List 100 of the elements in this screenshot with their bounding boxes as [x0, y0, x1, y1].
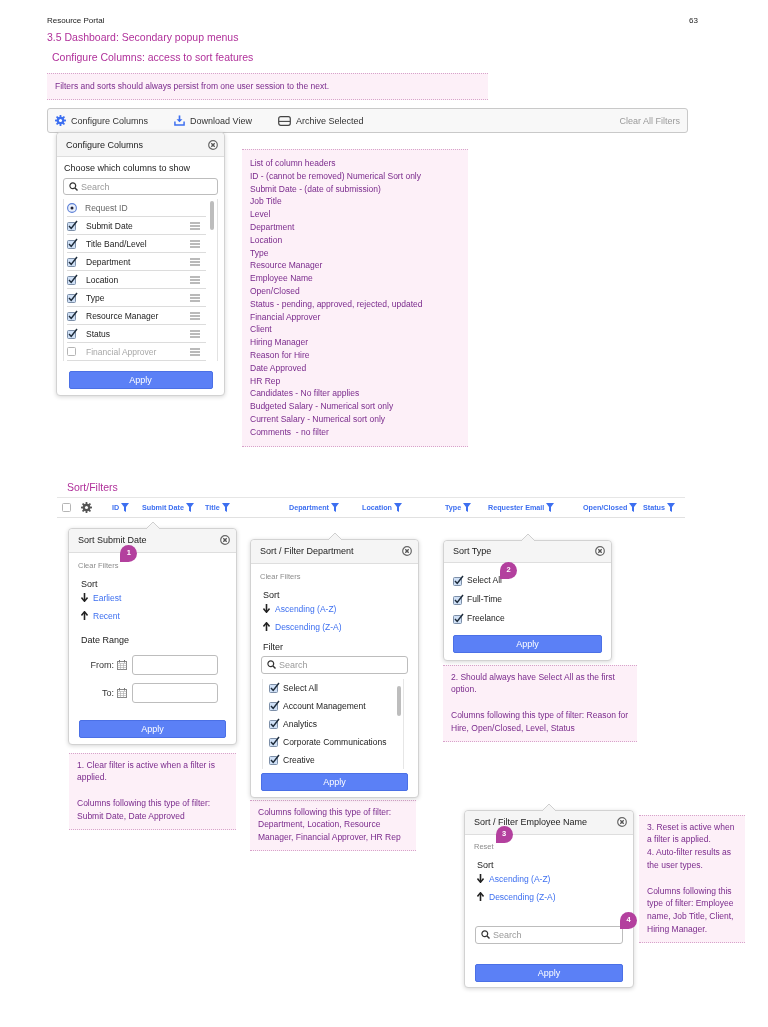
calendar-icon[interactable]	[117, 659, 127, 670]
option-label[interactable]: Select All	[283, 682, 318, 693]
toolbar-button[interactable]: Configure Columns	[55, 115, 149, 126]
checkbox[interactable]	[269, 700, 280, 712]
checkbox[interactable]	[67, 292, 78, 303]
option-label[interactable]: Full-Time	[467, 594, 503, 605]
note-text: Resource Manager	[250, 259, 324, 273]
note-text: Current Salary - Numerical sort only	[250, 412, 387, 426]
apply-button[interactable]: Apply	[261, 772, 408, 791]
note-text: 2. Should always have Select All as the first option.	[451, 670, 616, 697]
note-text: ID - (cannot be removed) Numerical Sort only	[250, 169, 422, 183]
note-text: Financial Approver	[250, 310, 322, 324]
close-icon[interactable]	[595, 546, 605, 557]
drag-handle-icon[interactable]	[190, 239, 200, 248]
search-field[interactable]: Search	[63, 178, 218, 195]
section-heading: Sort/Filters	[67, 479, 119, 494]
filter-icon[interactable]	[393, 502, 402, 512]
column-label[interactable]: Financial Approver	[86, 346, 157, 357]
column-label[interactable]: Resource Manager	[86, 310, 159, 321]
checkbox[interactable]	[269, 682, 280, 694]
column-label[interactable]: Location	[86, 274, 119, 285]
filter-icon[interactable]	[185, 502, 194, 512]
column-label[interactable]: Status	[86, 328, 111, 339]
filter-icon[interactable]	[463, 502, 472, 512]
drag-handle-icon[interactable]	[190, 275, 200, 284]
date-field[interactable]	[132, 682, 218, 703]
filter-icon[interactable]	[330, 502, 339, 512]
column-label[interactable]: Submit Date	[86, 220, 133, 231]
filter-icon[interactable]	[546, 502, 555, 512]
checkbox[interactable]	[453, 574, 464, 586]
gear-icon[interactable]	[81, 501, 92, 513]
close-icon[interactable]	[617, 817, 627, 827]
sort-option-link[interactable]: Descending (Z-A)	[489, 891, 556, 902]
apply-button[interactable]: Apply	[453, 634, 602, 653]
column-label[interactable]: Department	[86, 256, 131, 267]
apply-button[interactable]: Apply	[68, 371, 213, 389]
column-label[interactable]: Request ID	[85, 202, 128, 213]
search-field[interactable]: Search	[261, 655, 408, 674]
apply-button[interactable]: Apply	[79, 719, 226, 738]
checkbox[interactable]	[269, 736, 280, 748]
option-label[interactable]: Freelance	[467, 613, 505, 624]
drag-handle-icon[interactable]	[190, 311, 200, 320]
option-label[interactable]: Select All	[467, 575, 502, 586]
checkbox[interactable]	[67, 347, 76, 356]
down-arrow-icon	[477, 874, 484, 883]
sort-option-link[interactable]: Descending (Z-A)	[275, 621, 342, 632]
drag-handle-icon[interactable]	[190, 257, 200, 266]
option-label[interactable]: Analytics	[283, 718, 317, 729]
radio-button[interactable]	[67, 202, 77, 213]
search-field[interactable]: Search	[475, 925, 623, 944]
drag-handle-icon[interactable]	[190, 293, 200, 302]
note-text: Type	[250, 246, 270, 260]
column-label[interactable]: Title Band/Level	[86, 238, 147, 249]
close-icon[interactable]	[220, 535, 230, 546]
sort-option-link[interactable]: Ascending (A-Z)	[275, 603, 337, 614]
sort-option-link[interactable]: Earliest	[93, 592, 122, 603]
option-label[interactable]: Account Management	[283, 700, 366, 711]
popup-title: Sort Type	[453, 546, 492, 557]
checkbox[interactable]	[67, 256, 78, 267]
checkbox[interactable]	[67, 310, 78, 321]
checkbox[interactable]	[67, 274, 78, 285]
note-text: Level	[250, 208, 272, 221]
checkbox[interactable]	[453, 612, 464, 624]
note-text: Reason for Hire	[250, 348, 311, 362]
checkbox[interactable]	[62, 502, 71, 512]
column-label[interactable]: Type	[86, 292, 105, 303]
calendar-icon[interactable]	[117, 687, 127, 698]
scrollbar[interactable]	[210, 201, 214, 230]
note-text: HR Rep	[250, 374, 282, 388]
filter-icon[interactable]	[666, 502, 675, 512]
drag-handle-icon[interactable]	[190, 221, 200, 230]
checkbox[interactable]	[453, 593, 464, 605]
filter-icon[interactable]	[629, 502, 638, 512]
note-text: 3. Reset is active when a filter is applied.	[647, 820, 736, 847]
field-label: To:	[101, 687, 114, 698]
drag-handle-icon[interactable]	[190, 329, 200, 338]
apply-button[interactable]: Apply	[475, 963, 623, 982]
section-heading: Configure Columns: access to sort features	[52, 50, 255, 64]
down-arrow-icon	[263, 604, 270, 614]
checkbox[interactable]	[67, 220, 78, 231]
filter-icon[interactable]	[221, 502, 230, 512]
toolbar-button[interactable]: Archive Selected	[277, 115, 364, 126]
filter-icon[interactable]	[121, 502, 130, 512]
toolbar-button[interactable]: Download View	[174, 115, 252, 126]
option-label[interactable]: Creative	[283, 754, 315, 765]
close-icon[interactable]	[208, 139, 218, 150]
checkbox[interactable]	[67, 328, 78, 339]
option-label[interactable]: Corporate Communications	[283, 736, 387, 747]
date-field[interactable]	[132, 654, 218, 675]
drag-handle-icon[interactable]	[190, 347, 200, 356]
sort-option-link[interactable]: Recent	[93, 610, 120, 621]
up-arrow-icon	[81, 611, 88, 621]
note-text: Filters and sorts should always persist from one user session to the next.	[55, 80, 329, 93]
checkbox[interactable]	[269, 718, 280, 730]
close-icon[interactable]	[402, 546, 412, 557]
checkbox[interactable]	[67, 238, 78, 249]
scrollbar[interactable]	[397, 685, 401, 716]
sort-option-link[interactable]: Ascending (A-Z)	[489, 873, 551, 884]
popup-title: Configure Columns	[66, 139, 144, 150]
checkbox[interactable]	[269, 754, 280, 766]
